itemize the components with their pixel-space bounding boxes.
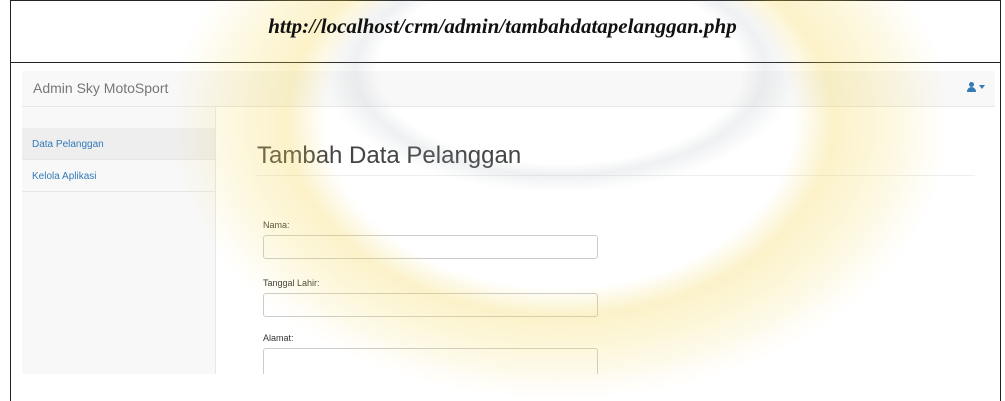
top-navbar: Admin Sky MotoSport [22, 71, 995, 107]
sidebar: Data Pelanggan Kelola Aplikasi [22, 107, 216, 374]
sidebar-item-kelola-aplikasi[interactable]: Kelola Aplikasi [22, 160, 215, 192]
nama-label: Nama: [263, 220, 290, 230]
nama-input[interactable] [263, 235, 598, 259]
page-title: Tambah Data Pelanggan [257, 142, 522, 169]
alamat-textarea[interactable] [263, 348, 598, 374]
main-content: Tambah Data Pelanggan Nama: Tanggal Lahi… [216, 107, 995, 374]
navbar-brand[interactable]: Admin Sky MotoSport [33, 80, 168, 96]
caption-divider [10, 62, 1001, 63]
url-caption: http://localhost/crm/admin/tambahdatapel… [268, 14, 737, 38]
sidebar-item-label: Kelola Aplikasi [32, 171, 97, 182]
sidebar-item-data-pelanggan[interactable]: Data Pelanggan [22, 128, 215, 160]
user-icon [967, 82, 976, 93]
user-dropdown[interactable] [967, 82, 985, 93]
title-divider [257, 175, 975, 176]
alamat-label: Alamat: [263, 333, 294, 343]
tanggal-lahir-input[interactable] [263, 293, 598, 317]
tanggal-lahir-label: Tanggal Lahir: [263, 278, 320, 288]
sidebar-item-label: Data Pelanggan [32, 139, 104, 150]
caret-down-icon [979, 85, 985, 90]
app-screenshot: Admin Sky MotoSport Data Pelanggan Kelol… [22, 71, 995, 374]
